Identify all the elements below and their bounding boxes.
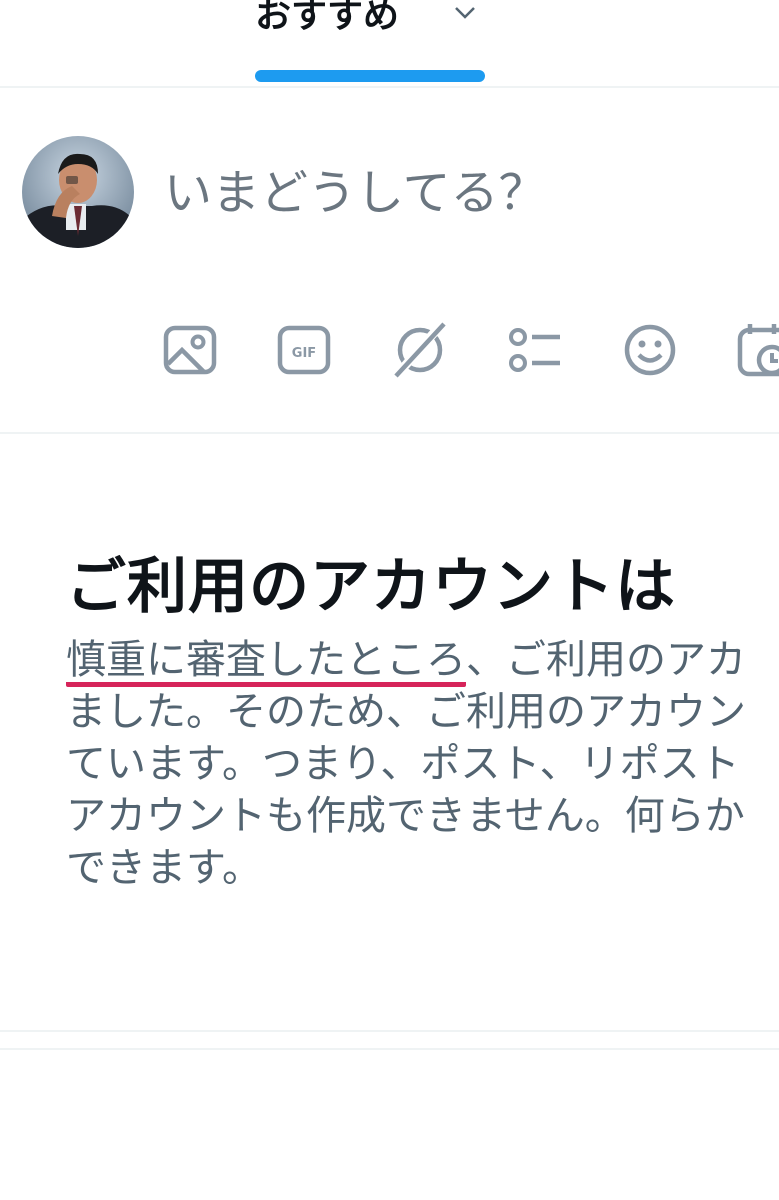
notice-body-line: 慎重に審査したところ、ご利用のアカ	[66, 634, 779, 687]
highlighted-phrase: 慎重に審査したところ	[66, 638, 466, 687]
schedule-icon[interactable]	[734, 320, 779, 380]
account-notice-card: ご利用のアカウントは 慎重に審査したところ、ご利用のアカ ました。そのため、ご利…	[0, 434, 779, 1032]
notice-body-line: アカウントも作成できません。何らか	[66, 793, 745, 839]
compose-input[interactable]	[164, 158, 764, 228]
tab-active-indicator	[255, 70, 485, 82]
svg-text:GIF: GIF	[292, 346, 316, 361]
timeline-tab-bar: おすすめ	[0, 0, 779, 88]
notice-body-text: 、ご利用のアカ	[466, 637, 746, 683]
notice-body-line: ました。そのため、ご利用のアカウン	[66, 689, 746, 735]
notice-body-line: ています。つまり、ポスト、リポスト	[66, 741, 740, 787]
notice-body: 慎重に審査したところ、ご利用のアカ ました。そのため、ご利用のアカウン ています…	[66, 634, 779, 894]
emoji-icon[interactable]	[620, 320, 680, 380]
chevron-down-icon[interactable]	[451, 0, 479, 24]
gif-icon[interactable]: GIF	[274, 320, 334, 380]
avatar[interactable]	[22, 136, 134, 248]
poll-icon[interactable]	[504, 320, 564, 380]
post-composer: GIF	[0, 88, 779, 434]
tab-label: おすすめ	[255, 0, 400, 36]
divider	[0, 1048, 779, 1050]
avatar-image	[22, 136, 134, 248]
notice-title: ご利用のアカウントは	[66, 552, 676, 622]
media-icon[interactable]	[160, 320, 220, 380]
grok-icon[interactable]	[390, 320, 450, 380]
notice-body-line: できます。	[66, 845, 262, 891]
